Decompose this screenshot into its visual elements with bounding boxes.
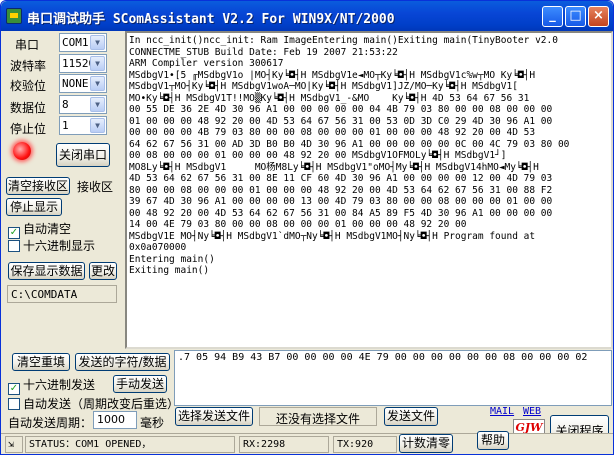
chevron-down-icon[interactable]: ▼ bbox=[90, 35, 105, 50]
save-data-button[interactable]: 保存显示数据 bbox=[8, 262, 85, 280]
close-button[interactable]: × bbox=[588, 6, 609, 27]
output-line: 0x0a070000 bbox=[129, 242, 187, 253]
stopbits-label: 停止位 bbox=[10, 122, 47, 136]
port-status-led-icon bbox=[13, 142, 31, 160]
output-line: Exiting main() bbox=[129, 265, 210, 276]
stop-display-button[interactable]: 停止显示 bbox=[6, 198, 62, 216]
baud-select[interactable]: 115200 ▼ bbox=[59, 54, 107, 73]
chevron-down-icon[interactable]: ▼ bbox=[90, 76, 105, 91]
output-line: 80 00 00 08 00 00 00 01 00 00 00 48 92 2… bbox=[129, 184, 553, 196]
output-line: 00 00 00 00 4B 79 03 80 00 00 08 00 00 0… bbox=[129, 127, 536, 138]
output-line: MO8Ly╘◘┤H MSdbgV1 MO杨M8Ly╘◘┤H MSdbgV1"oM… bbox=[129, 161, 539, 173]
output-line: CONNECTME_STUB Build Date: Feb 19 2007 2… bbox=[129, 46, 398, 58]
hex-display-label: 十六进制显示 bbox=[23, 239, 96, 253]
chevron-down-icon[interactable]: ▼ bbox=[90, 97, 105, 112]
minimize-button[interactable]: _ bbox=[542, 6, 563, 27]
period-label: 自动发送周期： bbox=[8, 416, 93, 430]
output-line: 4D 53 64 62 67 56 31 00 8E 11 CF 60 4D 3… bbox=[129, 173, 553, 184]
output-line: 64 62 67 56 31 00 AD 3D B0 B0 4D 30 96 A… bbox=[129, 138, 570, 150]
port-value: COM1 bbox=[62, 36, 89, 49]
status-arrow-icon: ⇲ bbox=[5, 436, 23, 453]
send-file-button[interactable]: 发送文件 bbox=[384, 407, 438, 426]
output-line: 14 00 4E 79 03 80 00 00 08 00 00 00 01 0… bbox=[129, 219, 467, 230]
auto-send-label: 自动发送（周期改变后重选） bbox=[23, 397, 180, 411]
stopbits-select[interactable]: 1 ▼ bbox=[59, 116, 107, 135]
output-line: 39 67 4D 30 96 A1 00 00 00 00 13 00 4D 7… bbox=[129, 196, 553, 207]
output-line: 00 08 00 00 00 01 00 00 00 48 92 20 00 M… bbox=[129, 150, 507, 161]
stopbits-value: 1 bbox=[62, 119, 69, 132]
manual-send-button[interactable]: 手动发送 bbox=[113, 375, 167, 393]
reset-count-button[interactable]: 计数清零 bbox=[399, 434, 453, 453]
output-line: Entering main() bbox=[129, 253, 215, 265]
clear-receive-button[interactable]: 清空接收区 bbox=[6, 177, 70, 195]
output-line: 00 55 DE 36 2E 4D 30 96 A1 00 00 00 00 0… bbox=[129, 104, 553, 115]
parity-value: NONE bbox=[62, 77, 89, 90]
web-link[interactable]: WEB bbox=[523, 406, 541, 417]
auto-clear-label: 自动清空 bbox=[23, 222, 72, 236]
port-label: 串口 bbox=[15, 38, 40, 52]
databits-label: 数据位 bbox=[10, 101, 47, 115]
period-input[interactable]: 1000 bbox=[93, 411, 137, 429]
period-unit-label: 毫秒 bbox=[140, 416, 165, 430]
rx-counter: RX:2298 bbox=[239, 436, 329, 453]
app-icon bbox=[6, 8, 22, 24]
checkmark-icon[interactable]: ✓ bbox=[8, 383, 20, 395]
receive-output-area[interactable]: In ncc_init()ncc_init: Ram ImageEntering… bbox=[125, 31, 613, 349]
close-port-button[interactable]: 关闭串口 bbox=[56, 143, 110, 167]
receive-output-lines: In ncc_init()ncc_init: Ram ImageEntering… bbox=[129, 35, 609, 277]
baud-label: 波特率 bbox=[10, 59, 47, 73]
clear-resend-button[interactable]: 清空重填 bbox=[12, 353, 70, 371]
receive-area-label: 接收区 bbox=[77, 180, 114, 194]
maximize-button[interactable]: □ bbox=[565, 6, 586, 27]
auto-send-checkbox[interactable]: 自动发送（周期改变后重选） bbox=[8, 395, 179, 412]
checkbox-box-icon[interactable] bbox=[8, 398, 20, 410]
checkbox-box-icon[interactable] bbox=[8, 240, 20, 252]
help-button[interactable]: 帮助 bbox=[477, 431, 509, 450]
tx-counter: TX:920 bbox=[333, 436, 397, 453]
hex-send-checkbox[interactable]: ✓ 十六进制发送 bbox=[8, 376, 95, 395]
window-title: 串口调试助手 SComAssistant V2.2 For WIN9X/NT/2… bbox=[27, 12, 395, 27]
output-line: MO•Ky╘◘┤H MSdbgV1T!!MO▒Ky╘◘┤H MSdbgV1_-&… bbox=[129, 92, 530, 104]
hex-send-label: 十六进制发送 bbox=[23, 378, 96, 392]
mail-link[interactable]: MAIL bbox=[490, 406, 514, 417]
save-path-display: C:\COMDATA bbox=[7, 285, 117, 303]
output-line: In ncc_init()ncc_init: Ram ImageEntering… bbox=[129, 35, 558, 46]
databits-value: 8 bbox=[62, 98, 69, 111]
send-data-input[interactable]: .7 05 94 B9 43 B7 00 00 00 00 4E 79 00 0… bbox=[174, 350, 612, 406]
output-line: ARM Compiler version 300617 bbox=[129, 58, 284, 69]
status-bar: ⇲ STATUS：COM1 OPENED， RX:2298 TX:920 bbox=[1, 433, 613, 454]
main-window: 串口调试助手 SComAssistant V2.2 For WIN9X/NT/2… bbox=[0, 0, 614, 455]
change-path-button[interactable]: 更改 bbox=[89, 262, 117, 280]
output-line: 00 48 92 20 00 4D 53 64 62 67 56 31 00 8… bbox=[129, 207, 553, 219]
title-bar: 串口调试助手 SComAssistant V2.2 For WIN9X/NT/2… bbox=[1, 1, 613, 31]
output-line: MSdbgV1E MO┤Ny╘◘┤H MSdbgV1`dMO┬Ny╘◘┤H MS… bbox=[129, 230, 536, 242]
port-select[interactable]: COM1 ▼ bbox=[59, 33, 107, 52]
parity-select[interactable]: NONE ▼ bbox=[59, 74, 107, 93]
databits-select[interactable]: 8 ▼ bbox=[59, 95, 107, 114]
output-line: MSdbgV1┬MO┤Ky╘◘┤H MSdbgV1woA─MO|Ky╘◘┤H M… bbox=[129, 81, 518, 92]
send-chars-label: 发送的字符/数据 bbox=[75, 353, 170, 371]
chevron-down-icon[interactable]: ▼ bbox=[90, 118, 105, 133]
hex-display-checkbox[interactable]: 十六进制显示 bbox=[8, 237, 95, 254]
output-line: MSdbgV1•[5 ╓MSdbgV1o |MO┤Ky╘◘┤H MSdbgV1e… bbox=[129, 69, 536, 81]
parity-label: 校验位 bbox=[10, 79, 47, 93]
select-file-button[interactable]: 选择发送文件 bbox=[175, 407, 253, 426]
output-line: 01 00 00 00 48 92 20 00 4D 53 64 67 56 3… bbox=[129, 115, 553, 127]
chevron-down-icon[interactable]: ▼ bbox=[90, 56, 105, 71]
status-text: STATUS：COM1 OPENED， bbox=[25, 436, 235, 453]
file-status-display: 还没有选择文件 bbox=[259, 407, 377, 426]
